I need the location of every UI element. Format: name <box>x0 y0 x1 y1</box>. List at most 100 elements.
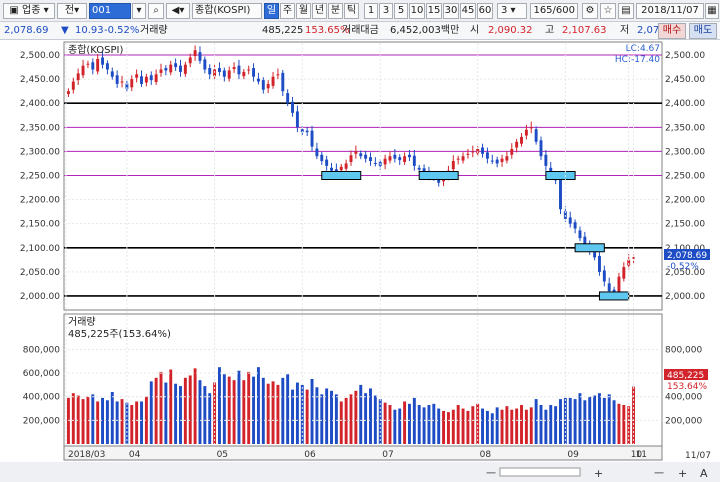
candle-body <box>140 76 143 84</box>
tab-period-minute[interactable]: 분 <box>328 3 343 19</box>
minute-option-45[interactable]: 45 <box>460 3 476 19</box>
option-label: 30 <box>444 5 458 16</box>
tab-period-month[interactable]: 월 <box>296 3 311 19</box>
x-axis-label: 11 <box>636 450 647 460</box>
x-axis-label: 07 <box>382 450 393 460</box>
volume-legend-detail: 485,225주(153.64%) <box>68 329 171 340</box>
y-axis-label-left: 2,300.00 <box>20 147 60 157</box>
candle-body <box>412 155 416 166</box>
y-axis-label-left: 2,100.00 <box>20 244 60 254</box>
settings-button[interactable]: ⚙ <box>582 3 598 19</box>
x-axis-right-label: 11/07 <box>685 451 711 461</box>
candle-body <box>218 68 221 72</box>
volume-bar <box>154 377 158 444</box>
candle-body <box>164 68 168 71</box>
volume-bar <box>607 394 611 444</box>
volume-bar <box>481 408 484 444</box>
support-box <box>418 171 459 180</box>
candle-body <box>135 74 139 78</box>
candle-body <box>110 71 114 77</box>
candle-body <box>349 155 353 163</box>
change-rate: -0.52% <box>104 25 140 36</box>
y-axis-label-left: 2,250.00 <box>20 172 60 182</box>
candle-body <box>305 130 309 133</box>
minute-option-15[interactable]: 15 <box>426 3 442 19</box>
candle-body <box>417 167 421 170</box>
candle-body <box>154 74 158 83</box>
candle-body <box>544 154 548 166</box>
volume-bar <box>539 405 543 444</box>
minute-option-10[interactable]: 10 <box>409 3 425 19</box>
y-axis-label-right: 2,200.00 <box>665 196 705 206</box>
scrollbar[interactable] <box>499 467 581 477</box>
interval-select[interactable]: 3 ▾ <box>497 3 527 19</box>
favorite-button[interactable]: ☆ <box>600 3 616 19</box>
y-axis-label-right: 2,500.00 <box>665 51 705 61</box>
code-dropdown-button[interactable]: ▾ <box>132 3 146 19</box>
x-axis-label: 09 <box>567 450 579 460</box>
volume-bar <box>149 381 153 444</box>
folder-button[interactable]: ▤ <box>618 3 634 19</box>
date-input[interactable]: 2018/11/07 <box>636 3 704 19</box>
search-button[interactable]: ⌕ <box>148 3 164 19</box>
volume-bar <box>242 380 246 444</box>
market-select[interactable]: ▣ 업종 ▾ <box>3 3 55 19</box>
price-chart[interactable]: 2,500.00 2,500.00 2,450.00 2,450.00 2,400.00… <box>0 40 720 482</box>
auto-scale-button[interactable]: A <box>700 467 708 480</box>
candle-body <box>398 157 402 161</box>
tab-label: 월 <box>298 5 309 16</box>
open-label: 시 <box>470 25 480 36</box>
volume-bar <box>549 405 553 444</box>
volume-bar <box>344 397 348 444</box>
minute-option-3[interactable]: 3 <box>379 3 393 19</box>
tab-period-year[interactable]: 년 <box>312 3 327 19</box>
volume-bar <box>76 395 80 444</box>
volume-bar <box>286 374 290 444</box>
category-select[interactable]: 전▾ <box>57 3 87 19</box>
volume-bar <box>437 408 441 444</box>
candle-body <box>188 57 192 64</box>
volume-bar <box>412 397 416 444</box>
tab-period-day[interactable]: 일 <box>264 3 279 19</box>
candle-body <box>66 91 70 95</box>
volume-bar <box>237 370 241 444</box>
candle-body <box>91 62 95 70</box>
volume-y-label-left: 200,000 <box>23 416 60 426</box>
volume-bar <box>218 367 221 444</box>
candle-body <box>539 140 543 157</box>
candle-body <box>490 160 494 162</box>
candle-body <box>183 64 187 74</box>
volume-bar <box>266 383 270 444</box>
volume-bar <box>354 390 358 444</box>
zoom-in-button[interactable]: + <box>594 467 603 480</box>
zoom-out-button[interactable]: ㅡ <box>486 467 496 480</box>
volume-bar <box>442 410 446 444</box>
candle-body <box>291 101 294 113</box>
sell-button[interactable]: 매도 <box>689 23 717 39</box>
volume-bar <box>252 376 256 444</box>
volume-bar <box>281 377 285 444</box>
index-name: 종합(KOSPI) <box>195 5 251 16</box>
minute-option-5[interactable]: 5 <box>394 3 408 19</box>
minute-option-30[interactable]: 30 <box>443 3 459 19</box>
plus-button[interactable]: + <box>678 467 687 480</box>
code-input[interactable]: 001 <box>89 3 131 19</box>
y-axis-label-right: 2,400.00 <box>665 99 705 109</box>
tab-period-tick[interactable]: 틱 <box>344 3 359 19</box>
minute-option-1[interactable]: 1 <box>364 3 378 19</box>
candle-body <box>495 159 499 164</box>
sound-button[interactable]: ◀▾ <box>166 3 190 19</box>
minus-button[interactable]: ㅡ <box>654 467 664 480</box>
sell-label: 매도 <box>693 25 713 36</box>
minute-option-60[interactable]: 60 <box>477 3 493 19</box>
volume-bar <box>96 401 100 444</box>
volume-y-label-left: 400,000 <box>23 393 60 403</box>
volume-bar <box>295 382 299 444</box>
tab-period-week[interactable]: 주 <box>280 3 295 19</box>
calendar-button[interactable]: ▦ <box>705 3 719 19</box>
buy-button[interactable]: 매수 <box>658 23 686 39</box>
volume-y-label-left: 800,000 <box>23 345 60 355</box>
volume-bar <box>432 403 436 444</box>
volume-bar <box>583 400 587 444</box>
volume-bar <box>364 393 368 444</box>
